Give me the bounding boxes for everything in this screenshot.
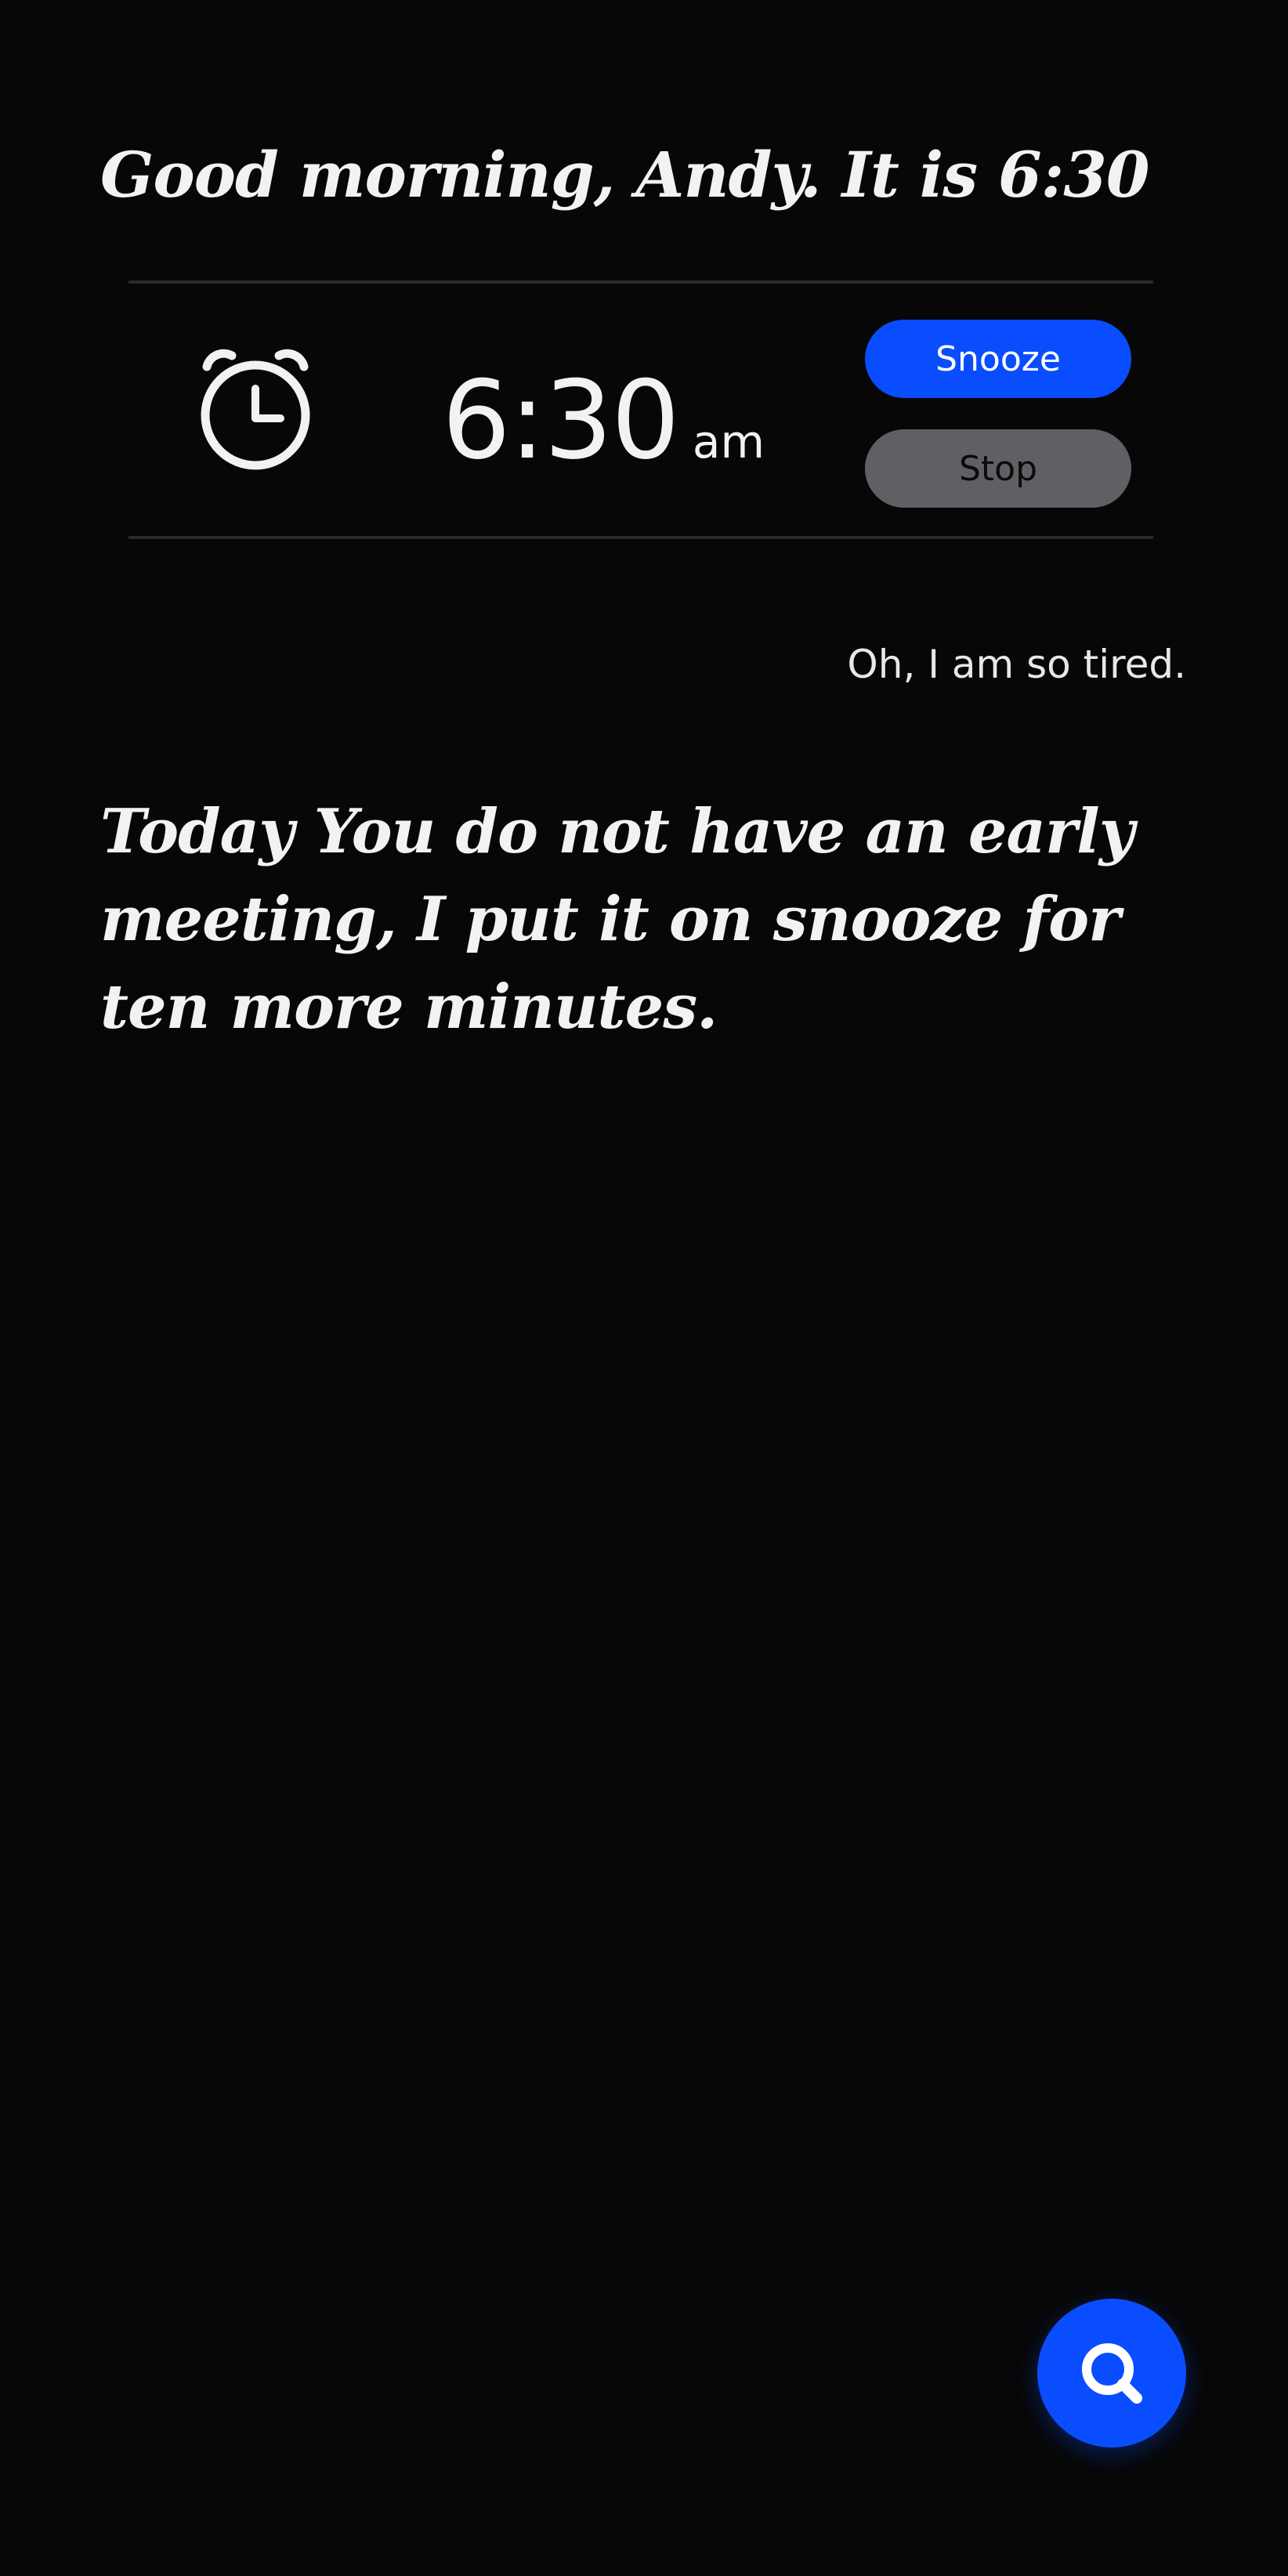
snooze-button[interactable]: Snooze — [865, 320, 1131, 398]
greeting-heading: Good morning, Andy. It is 6:30 — [100, 138, 1150, 212]
alarm-time: 6:30 am — [442, 362, 765, 479]
search-icon — [1074, 2335, 1149, 2411]
alarm-clock-icon — [193, 346, 318, 472]
alarm-time-period: am — [692, 415, 765, 469]
user-message: Oh, I am so tired. — [847, 642, 1186, 687]
assistant-message: Today You do not have an early meeting, … — [100, 796, 1134, 1043]
stop-button[interactable]: Stop — [865, 429, 1131, 508]
alarm-time-value: 6:30 — [442, 357, 680, 483]
alarm-card: 6:30 am Snooze Stop — [128, 280, 1153, 539]
search-button[interactable] — [1037, 2299, 1186, 2448]
